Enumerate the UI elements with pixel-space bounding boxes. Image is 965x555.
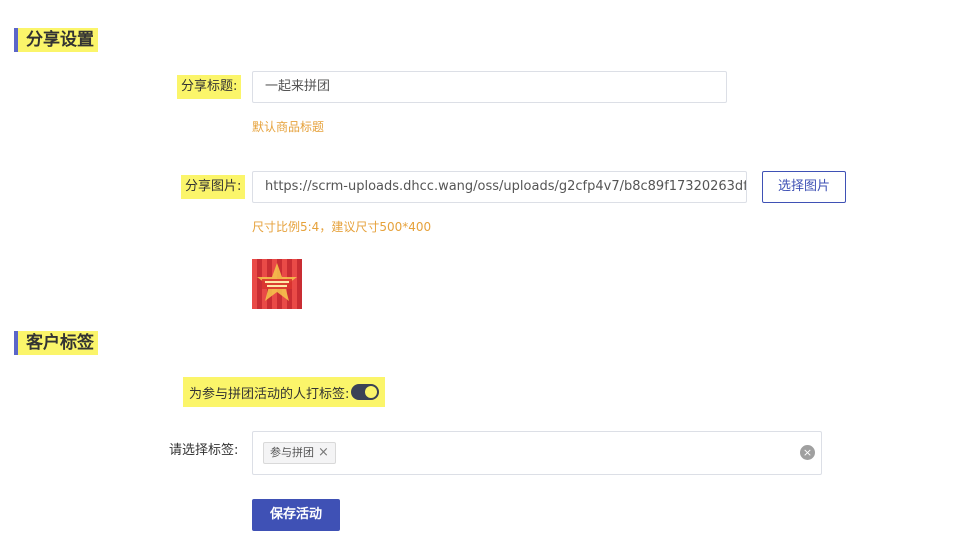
clear-icon[interactable]: × [800,445,815,460]
section-title-share: 分享设置 [14,28,98,52]
tag-select-input[interactable]: 参与拼团 × × [252,431,822,475]
save-activity-button[interactable]: 保存活动 [252,499,340,531]
share-image-label: 分享图片: [181,175,246,199]
share-image-hint: 尺寸比例5:4，建议尺寸500*400 [252,220,432,234]
tag-participants-row: 为参与拼团活动的人打标签: [183,377,386,407]
share-title-input[interactable]: 一起来拼团 [252,71,727,103]
section-title-share-text: 分享设置 [18,28,98,52]
thumbnail-graphic [257,263,297,301]
toggle-knob [365,386,378,398]
selected-tag-text: 参与拼团 [270,446,314,459]
share-title-label: 分享标题: [177,75,242,99]
share-image-thumbnail[interactable] [252,259,302,309]
selected-tag: 参与拼团 × [263,442,336,464]
tag-participants-toggle[interactable] [351,384,380,400]
share-title-hint: 默认商品标题 [252,120,325,134]
select-tag-label: 请选择标签: [169,443,239,458]
select-image-button[interactable]: 选择图片 [762,171,846,203]
section-title-customer-text: 客户标签 [18,331,98,355]
close-icon[interactable]: × [318,443,329,463]
share-image-url-input[interactable]: https://scrm-uploads.dhcc.wang/oss/uploa… [252,171,747,203]
section-title-customer: 客户标签 [14,331,98,355]
tag-participants-label: 为参与拼团活动的人打标签: [189,386,350,402]
